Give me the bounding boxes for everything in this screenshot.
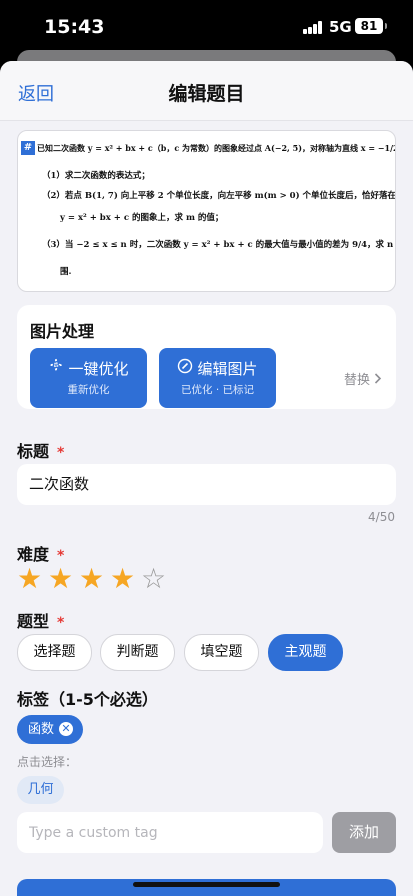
status-bar: 15:43 5G 81 bbox=[0, 0, 413, 56]
question-line: （1）求二次函数的表达式； bbox=[42, 171, 150, 181]
battery-tip bbox=[385, 23, 387, 29]
edit-icon bbox=[177, 358, 193, 378]
status-time: 15:43 bbox=[44, 16, 105, 38]
title-input[interactable]: 二次函数 bbox=[17, 464, 396, 505]
star-filled-icon[interactable]: ★ bbox=[17, 564, 45, 594]
image-processing-card: 图片处理 一键优化 重新优化 编辑图片 已优化 · 已标记 替换 bbox=[17, 305, 396, 409]
question-line: （3）当 −2 ≤ x ≤ n 时，二次函数 y = x² + bx + c 的… bbox=[42, 240, 396, 250]
title-label-row: 标题 * bbox=[17, 438, 64, 462]
question-image[interactable]: # 已知二次函数 y = x² + bx + c（b，c 为常数）的图象经过点 … bbox=[17, 130, 396, 292]
star-filled-icon[interactable]: ★ bbox=[48, 564, 76, 594]
close-icon[interactable]: ✕ bbox=[59, 722, 73, 736]
page-title: 编辑题目 bbox=[168, 83, 245, 105]
question-line: y = x² + bx + c 的图象上，求 m 的值； bbox=[60, 213, 224, 223]
type-option-fill-blank[interactable]: 填空题 bbox=[184, 634, 259, 671]
sparkle-icon bbox=[48, 358, 64, 378]
replace-link[interactable]: 替换 bbox=[344, 369, 382, 388]
optimize-button[interactable]: 一键优化 重新优化 bbox=[30, 348, 147, 408]
type-option-judgement[interactable]: 判断题 bbox=[100, 634, 175, 671]
required-mark: * bbox=[57, 615, 65, 631]
required-mark: * bbox=[57, 445, 65, 461]
question-line: 围. bbox=[60, 267, 72, 277]
edit-image-sub: 已优化 · 已标记 bbox=[180, 384, 254, 396]
star-filled-icon[interactable]: ★ bbox=[110, 564, 138, 594]
image-processing-title: 图片处理 bbox=[30, 322, 95, 341]
nav-bar: 返回 编辑题目 bbox=[0, 61, 413, 121]
tags-label: 标签（1-5个必选） bbox=[17, 690, 158, 709]
network-type: 5G bbox=[329, 18, 352, 36]
edit-image-label: 编辑图片 bbox=[197, 360, 258, 378]
tag-suggestion[interactable]: 几何 bbox=[17, 776, 64, 804]
star-empty-icon[interactable]: ☆ bbox=[141, 564, 169, 594]
hash-badge: # bbox=[21, 141, 35, 155]
signal-icon bbox=[303, 21, 323, 34]
question-line: 已知二次函数 y = x² + bx + c（b，c 为常数）的图象经过点 A(… bbox=[37, 143, 396, 153]
home-indicator bbox=[133, 882, 280, 887]
title-label: 标题 bbox=[17, 442, 50, 461]
type-option-choice[interactable]: 选择题 bbox=[17, 634, 92, 671]
difficulty-stars: ★ ★ ★ ★ ☆ bbox=[17, 564, 172, 594]
add-tag-button[interactable]: 添加 bbox=[332, 812, 396, 853]
star-filled-icon[interactable]: ★ bbox=[79, 564, 107, 594]
chevron-right-icon bbox=[374, 373, 382, 388]
optimize-sub: 重新优化 bbox=[67, 384, 110, 396]
title-char-counter: 4/50 bbox=[368, 510, 395, 524]
tag-hint: 点击选择： bbox=[17, 755, 78, 769]
optimize-label: 一键优化 bbox=[68, 360, 129, 378]
custom-tag-input[interactable] bbox=[17, 812, 323, 853]
type-label-row: 题型 * bbox=[17, 608, 64, 632]
battery-icon: 81 bbox=[355, 18, 383, 34]
edit-image-button[interactable]: 编辑图片 已优化 · 已标记 bbox=[159, 348, 276, 408]
edit-question-sheet: 返回 编辑题目 # 已知二次函数 y = x² + bx + c（b，c 为常数… bbox=[0, 61, 413, 896]
tag-chip-label: 函数 bbox=[28, 722, 55, 737]
replace-label: 替换 bbox=[344, 373, 371, 388]
type-option-subjective[interactable]: 主观题 bbox=[268, 634, 343, 671]
question-line: （2）若点 B(1, 7) 向上平移 2 个单位长度，向左平移 m(m > 0)… bbox=[42, 191, 396, 201]
type-label: 题型 bbox=[17, 612, 50, 631]
tag-chip[interactable]: 函数 ✕ bbox=[17, 715, 83, 744]
